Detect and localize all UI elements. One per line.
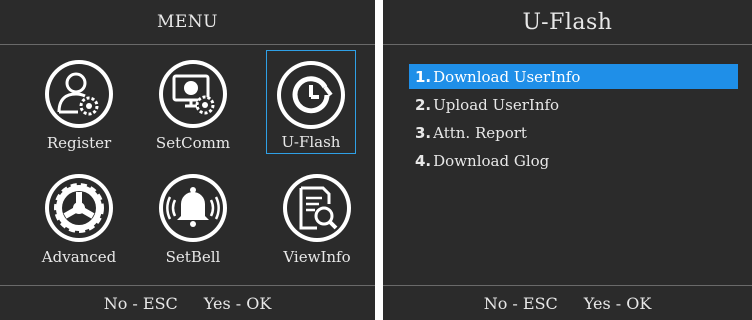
uflash-title: U-Flash — [522, 9, 613, 35]
viewinfo-label: ViewInfo — [283, 248, 351, 266]
menu-item-download-glog[interactable]: 4. Download Glog — [409, 148, 738, 173]
menu-item-label: Attn. Report — [433, 123, 527, 142]
menu-item-number: 4. — [415, 151, 432, 170]
uflash-screen: U-Flash 1. Download UserInfo 2. Upload U… — [383, 0, 752, 320]
viewinfo-tile[interactable]: ViewInfo — [272, 164, 362, 268]
setcomm-icon — [159, 60, 227, 128]
bell-icon — [159, 174, 227, 242]
advanced-label: Advanced — [41, 248, 117, 266]
uflash-title-bar: U-Flash — [383, 0, 752, 45]
setcomm-label: SetComm — [155, 134, 231, 152]
setbell-tile[interactable]: SetBell — [148, 164, 238, 268]
menu-item-download-userinfo[interactable]: 1. Download UserInfo — [409, 64, 738, 89]
uflash-menu-list: 1. Download UserInfo 2. Upload UserInfo … — [409, 64, 738, 176]
menu-footer: No - ESC Yes - OK — [0, 285, 375, 320]
gear-icon — [45, 174, 113, 242]
menu-item-attn-report[interactable]: 3. Attn. Report — [409, 120, 738, 145]
setbell-label: SetBell — [165, 248, 221, 266]
clock-icon — [277, 61, 345, 129]
no-esc-hint[interactable]: No - ESC — [104, 294, 178, 313]
menu-item-label: Download UserInfo — [433, 67, 581, 86]
uflash-tile[interactable]: U-Flash — [266, 50, 356, 154]
menu-screen: MENU Register SetComm U-Flash Advanced S… — [0, 0, 375, 320]
register-icon — [45, 60, 113, 128]
no-esc-hint[interactable]: No - ESC — [484, 294, 558, 313]
menu-item-upload-userinfo[interactable]: 2. Upload UserInfo — [409, 92, 738, 117]
menu-item-number: 3. — [415, 123, 432, 142]
document-search-icon — [283, 174, 351, 242]
uflash-footer: No - ESC Yes - OK — [383, 285, 752, 320]
uflash-label: U-Flash — [281, 133, 341, 151]
menu-item-number: 1. — [415, 67, 432, 86]
setcomm-tile[interactable]: SetComm — [148, 50, 238, 154]
menu-title: MENU — [156, 12, 219, 32]
register-label: Register — [46, 134, 112, 152]
register-tile[interactable]: Register — [34, 50, 124, 154]
menu-item-label: Download Glog — [433, 151, 550, 170]
yes-ok-hint[interactable]: Yes - OK — [584, 294, 652, 313]
advanced-tile[interactable]: Advanced — [34, 164, 124, 268]
menu-item-number: 2. — [415, 95, 432, 114]
menu-title-bar: MENU — [0, 0, 375, 45]
yes-ok-hint[interactable]: Yes - OK — [204, 294, 272, 313]
menu-item-label: Upload UserInfo — [433, 95, 560, 114]
